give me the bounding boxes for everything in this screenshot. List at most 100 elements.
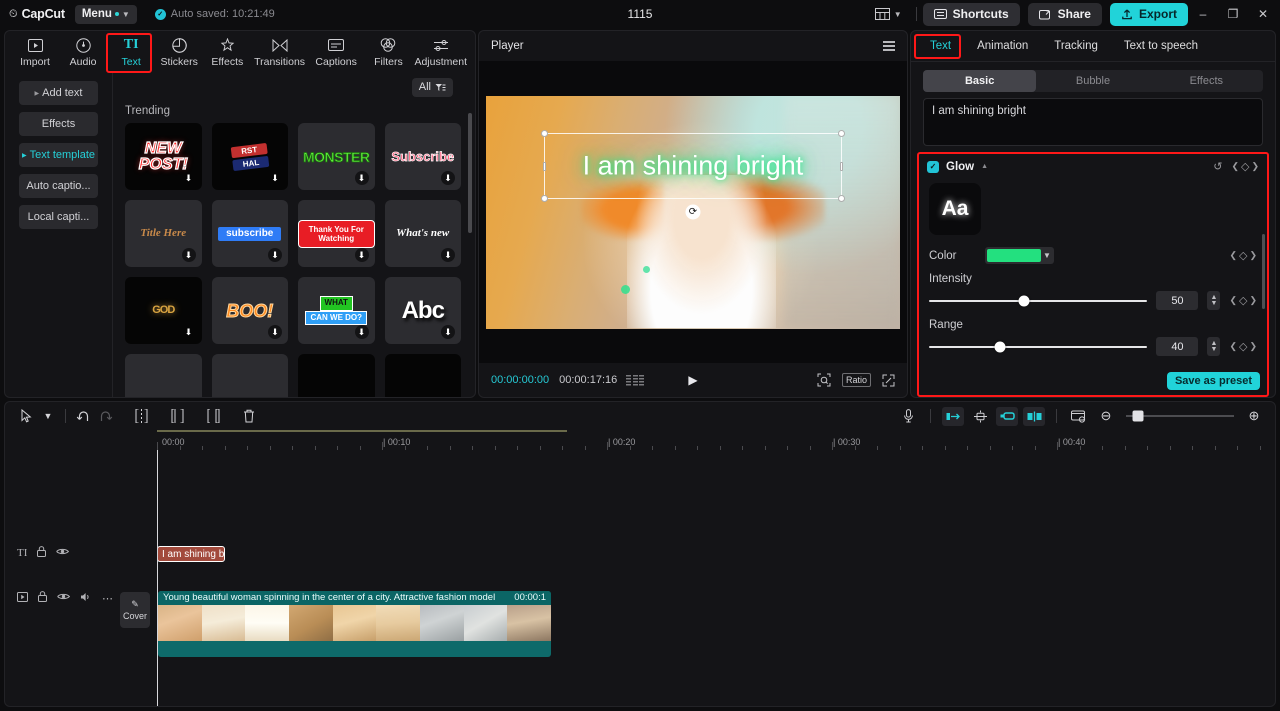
tab-tracking[interactable]: Tracking	[1041, 31, 1111, 62]
player-menu-icon[interactable]	[883, 41, 895, 51]
lock-icon[interactable]	[37, 546, 47, 560]
minimize-button[interactable]: –	[1188, 0, 1218, 28]
download-icon[interactable]: ⬇	[181, 248, 196, 263]
chevron-up-icon[interactable]: ▲	[981, 163, 988, 170]
keyframe-diamond-icon[interactable]: ◇	[1241, 160, 1249, 173]
gallery-scrollbar[interactable]	[468, 113, 472, 233]
maximize-button[interactable]: ❐	[1218, 0, 1248, 28]
sidebar-item-effects[interactable]: Effects	[19, 112, 98, 136]
video-clip[interactable]: Young beautiful woman spinning in the ce…	[158, 591, 551, 657]
keyframe-prev-icon[interactable]: ❮	[1229, 341, 1237, 352]
undo-button[interactable]	[72, 405, 94, 427]
keyframe-prev-icon[interactable]: ❮	[1229, 295, 1237, 306]
range-stepper[interactable]: ▲ ▼	[1207, 337, 1221, 356]
playhead[interactable]	[157, 450, 158, 706]
download-icon[interactable]: ⬇	[354, 171, 369, 186]
text-clip[interactable]: I am shining b	[157, 546, 225, 562]
zoom-slider-knob[interactable]	[1132, 410, 1144, 422]
sidebar-item-auto-captions[interactable]: Auto captio...	[19, 174, 98, 198]
range-slider-knob[interactable]	[994, 341, 1006, 352]
template-tile-god[interactable]: GOD ⬇	[125, 277, 202, 345]
glow-preview-tile[interactable]: Aa	[929, 183, 981, 235]
template-tile-boo[interactable]: BOO! ⬇	[211, 277, 288, 345]
tab-animation[interactable]: Animation	[964, 31, 1041, 62]
template-tile-thank-you[interactable]: Thank You For Watching ⬇	[298, 200, 375, 268]
reset-icon[interactable]: ↺	[1213, 160, 1222, 173]
download-icon[interactable]: ⬇	[268, 171, 282, 185]
download-icon[interactable]: ⬇	[182, 171, 196, 185]
more-options-icon[interactable]: ⋯	[102, 592, 114, 605]
timeline-hscroll[interactable]	[157, 430, 567, 432]
glow-checkbox[interactable]: ✓	[927, 160, 939, 173]
resize-handle-top-left[interactable]	[540, 129, 548, 137]
template-tile-row4-1[interactable]	[125, 354, 202, 397]
tool-tab-audio[interactable]: Audio	[59, 35, 107, 70]
menu-button[interactable]: Menu ▼	[74, 4, 137, 24]
range-slider[interactable]	[929, 341, 1148, 352]
intensity-stepper[interactable]: ▲ ▼	[1207, 291, 1221, 310]
resize-handle-middle-left[interactable]	[542, 161, 546, 171]
audio-levels-icon[interactable]	[626, 374, 645, 386]
template-tile-new-post[interactable]: NEW POST! ⬇	[125, 123, 202, 191]
sidebar-item-add-text[interactable]: ▶ Add text	[19, 81, 98, 105]
play-button[interactable]: ▶	[688, 373, 697, 387]
tool-tab-filters[interactable]: Filters	[364, 35, 412, 70]
resize-handle-top-right[interactable]	[838, 129, 846, 137]
shortcuts-button[interactable]: Shortcuts	[922, 2, 1020, 26]
auto-cut-button[interactable]	[942, 406, 964, 426]
download-icon[interactable]: ⬇	[182, 325, 196, 339]
template-tile-what-can-we-do[interactable]: WHAT CAN WE DO? ⬇	[298, 277, 375, 345]
keyframe-diamond-icon[interactable]: ◇	[1239, 340, 1247, 353]
text-selection-box[interactable]: I am shining bright	[540, 129, 846, 203]
segment-basic[interactable]: Basic	[923, 70, 1037, 92]
template-tile-whats-new[interactable]: What's new ⬇	[384, 200, 461, 268]
trim-left-button[interactable]	[166, 405, 188, 427]
tool-tab-import[interactable]: Import	[11, 35, 59, 70]
template-tile-row4-3[interactable]	[298, 354, 375, 397]
keyframe-next-icon[interactable]: ❯	[1249, 295, 1257, 306]
download-icon[interactable]: ⬇	[441, 171, 455, 186]
adjust-speed-button[interactable]	[969, 407, 991, 426]
fullscreen-icon[interactable]	[882, 374, 895, 387]
template-tile-abc[interactable]: Abc ⬇	[384, 277, 461, 345]
preview-window-button[interactable]	[1068, 407, 1090, 426]
tool-tab-stickers[interactable]: Stickers	[155, 35, 203, 70]
rotate-handle-icon[interactable]: ⟳	[685, 204, 701, 220]
save-as-preset-button[interactable]: Save as preset	[1166, 371, 1260, 390]
tool-tab-transitions[interactable]: Transitions	[251, 35, 308, 70]
template-tile-first-half[interactable]: RST HAL ⬇	[211, 123, 288, 191]
resize-handle-middle-right[interactable]	[840, 161, 844, 171]
keyframe-control[interactable]: ❮ ◇ ❯	[1231, 160, 1259, 173]
zoom-out-button[interactable]: ⊖	[1095, 405, 1117, 427]
template-tile-row4-2[interactable]	[211, 354, 288, 397]
zoom-slider[interactable]	[1126, 410, 1234, 422]
link-clips-button[interactable]	[996, 406, 1018, 426]
template-tile-title-here[interactable]: Title Here ⬇	[125, 200, 202, 268]
video-canvas[interactable]: I am shining bright ⟳	[486, 95, 900, 329]
timeline-ruler[interactable]: 00:00 | 00:10 | 00:20 | 00:30 | 00:40	[5, 430, 1275, 450]
sidebar-item-text-template[interactable]: ▶ Text template	[19, 143, 98, 167]
keyframe-next-icon[interactable]: ❯	[1249, 341, 1257, 352]
keyframe-diamond-icon[interactable]: ◇	[1239, 249, 1247, 262]
keyframe-next-icon[interactable]: ❯	[1251, 161, 1259, 172]
split-button[interactable]	[130, 405, 152, 427]
download-icon[interactable]: ⬇	[354, 248, 369, 263]
sidebar-item-local-captions[interactable]: Local capti...	[19, 205, 98, 229]
eye-icon[interactable]	[56, 547, 70, 559]
text-input-area[interactable]: I am shining bright	[923, 98, 1263, 146]
volume-icon[interactable]	[80, 592, 92, 605]
close-button[interactable]: ✕	[1248, 0, 1278, 28]
keyframe-diamond-icon[interactable]: ◇	[1239, 294, 1247, 307]
share-button[interactable]: Share	[1027, 2, 1102, 26]
download-icon[interactable]: ⬇	[268, 248, 282, 263]
download-icon[interactable]: ⬇	[354, 325, 369, 340]
tab-text-to-speech[interactable]: Text to speech	[1111, 31, 1211, 62]
download-icon[interactable]: ⬇	[441, 248, 455, 263]
ratio-button[interactable]: Ratio	[841, 373, 871, 387]
zoom-in-button[interactable]: ⊕	[1243, 405, 1265, 427]
segment-bubble[interactable]: Bubble	[1036, 70, 1149, 92]
intensity-slider[interactable]	[929, 295, 1148, 306]
eye-icon[interactable]	[57, 592, 71, 604]
download-icon[interactable]: ⬇	[441, 325, 455, 340]
template-tile-monster[interactable]: MONSTER ⬇	[298, 123, 375, 191]
